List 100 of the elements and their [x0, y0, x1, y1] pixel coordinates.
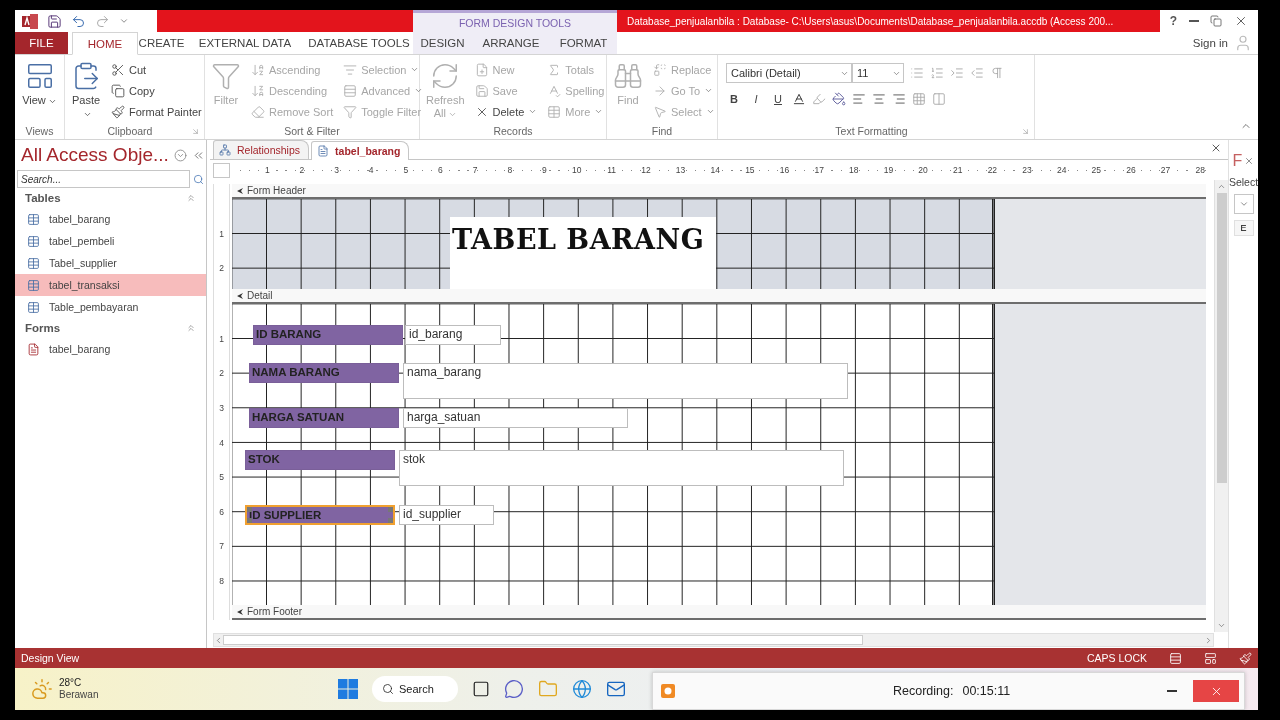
save-icon [474, 83, 489, 98]
indent-button[interactable] [950, 66, 964, 80]
nav-item[interactable]: tabel_transaksi [15, 274, 206, 296]
ribbon-tab[interactable]: DESIGN [413, 32, 472, 54]
mail-icon [606, 679, 626, 699]
undo-button[interactable] [71, 13, 86, 29]
ribbon-button[interactable]: Delete [472, 101, 540, 122]
resize-handle[interactable] [247, 507, 252, 512]
ribbon-tab[interactable]: FORMAT [550, 32, 617, 54]
text-style-button[interactable]: I [748, 93, 764, 105]
highlight-button[interactable] [812, 92, 826, 106]
minimize-button[interactable] [1188, 20, 1199, 22]
sign-in-link[interactable]: Sign in [1192, 37, 1228, 49]
caret-icon [119, 16, 129, 26]
nav-pane-title[interactable]: All Access Obje... [21, 144, 169, 166]
ruler-number: 1 [219, 228, 224, 239]
nav-group-header[interactable]: Tables [25, 192, 61, 204]
bullet-list-icon [910, 66, 924, 80]
start-button[interactable] [338, 679, 358, 699]
ruler-number: 21 [953, 165, 963, 175]
nav-item[interactable]: Table_pembayaran [15, 296, 206, 318]
redo-button[interactable] [95, 13, 110, 29]
new-record-icon [474, 62, 489, 77]
horizontal-scrollbar[interactable] [213, 633, 1214, 647]
mail-button[interactable] [606, 679, 626, 699]
text-box-control[interactable]: id_supplier [399, 505, 494, 525]
vertical-scrollbar[interactable] [1214, 180, 1228, 632]
form-title-label[interactable]: TABEL BARANG [450, 217, 716, 289]
bullets-button[interactable] [910, 66, 924, 80]
ribbon-button[interactable]: Cut [109, 59, 204, 80]
close-icon [1210, 142, 1222, 154]
text-box-control[interactable]: id_barang [405, 325, 501, 345]
text-style-button[interactable]: B [726, 93, 742, 105]
ruler-corner[interactable] [213, 162, 230, 178]
app-logo-icon [22, 13, 38, 29]
align-right-icon [892, 92, 906, 106]
ribbon-button[interactable]: View [19, 59, 60, 123]
relationships-icon [219, 144, 231, 156]
font-color-button[interactable] [792, 92, 806, 106]
taskbar-search-button[interactable]: Search [372, 676, 458, 702]
text-box-control[interactable]: stok [399, 450, 844, 486]
text-box-control[interactable]: nama_barang [403, 363, 848, 399]
funnel-icon [211, 61, 241, 91]
document-tab[interactable]: Relationships [213, 140, 310, 159]
help-button[interactable]: ? [1169, 14, 1178, 28]
section-bar[interactable]: Form Footer [232, 605, 1206, 620]
browser-button[interactable] [572, 679, 592, 699]
section-bar[interactable]: Detail [232, 289, 1206, 304]
form-icon [27, 342, 40, 356]
ruler-number: 25 [1091, 165, 1101, 175]
ribbon-button[interactable]: Paste [69, 59, 103, 123]
resize-handle[interactable] [388, 507, 393, 512]
nav-item[interactable]: Tabel_supplier [15, 252, 206, 274]
gridlines-button[interactable] [912, 92, 926, 106]
recording-time: 00:15:11 [962, 684, 1011, 698]
layout-view-button[interactable] [1204, 651, 1217, 665]
document-tab[interactable]: tabel_barang [311, 141, 410, 160]
nav-item[interactable]: tabel_barang [15, 338, 206, 360]
paragraph-button[interactable] [990, 66, 1004, 80]
group-label: Text Formatting [834, 125, 909, 137]
nav-item[interactable]: tabel_barang [15, 208, 206, 230]
nav-group-header[interactable]: Forms [25, 322, 61, 334]
font-size-select[interactable]: 11 [852, 63, 904, 83]
ruler-number: 3 [219, 402, 224, 413]
text-box-control[interactable]: harga_satuan [403, 408, 628, 428]
ruler-number: 17 [814, 165, 824, 175]
selection-dropdown[interactable] [1233, 194, 1254, 214]
fill-color-button[interactable] [832, 92, 846, 106]
layout-view-icon [1204, 651, 1217, 665]
numbering-button[interactable] [930, 66, 944, 80]
resize-handle[interactable] [388, 518, 393, 523]
chat-button[interactable] [504, 679, 524, 699]
resize-handle[interactable] [247, 518, 252, 523]
ribbon-tab[interactable]: HOME [72, 32, 138, 55]
font-select[interactable]: Calibri (Detail) [726, 63, 852, 83]
customize-button[interactable] [119, 16, 129, 26]
ribbon-button[interactable]: Copy [109, 80, 204, 101]
ruler-number: 27 [1160, 165, 1171, 175]
outdent-button[interactable] [970, 66, 984, 80]
ruler-number: 13 [675, 165, 686, 175]
text-style-button[interactable]: U [770, 93, 786, 105]
ribbon-tab[interactable]: ARRANGE [472, 32, 550, 54]
nav-item[interactable]: tabel_pembeli [15, 230, 206, 252]
scissors-icon [111, 62, 125, 77]
ribbon-button[interactable]: Format Painter [109, 101, 204, 122]
align-center-button[interactable] [872, 92, 886, 106]
folder-icon [538, 679, 558, 699]
property-tab[interactable]: E [1233, 220, 1254, 236]
recording-label: Recording: [893, 684, 954, 698]
ruler-number: 6 [219, 506, 224, 517]
restore-button[interactable] [1210, 15, 1223, 27]
align-right-button[interactable] [892, 92, 906, 106]
task-view-button[interactable] [472, 680, 490, 698]
align-left-button[interactable] [852, 92, 866, 106]
ribbon-tab[interactable]: FILE [15, 32, 68, 54]
section-bar[interactable]: Form Header [232, 184, 1206, 199]
form-view-button[interactable] [1169, 651, 1182, 665]
file-explorer-button[interactable] [538, 679, 558, 699]
search-field[interactable]: Search... [17, 170, 190, 188]
save-button[interactable] [47, 13, 62, 29]
